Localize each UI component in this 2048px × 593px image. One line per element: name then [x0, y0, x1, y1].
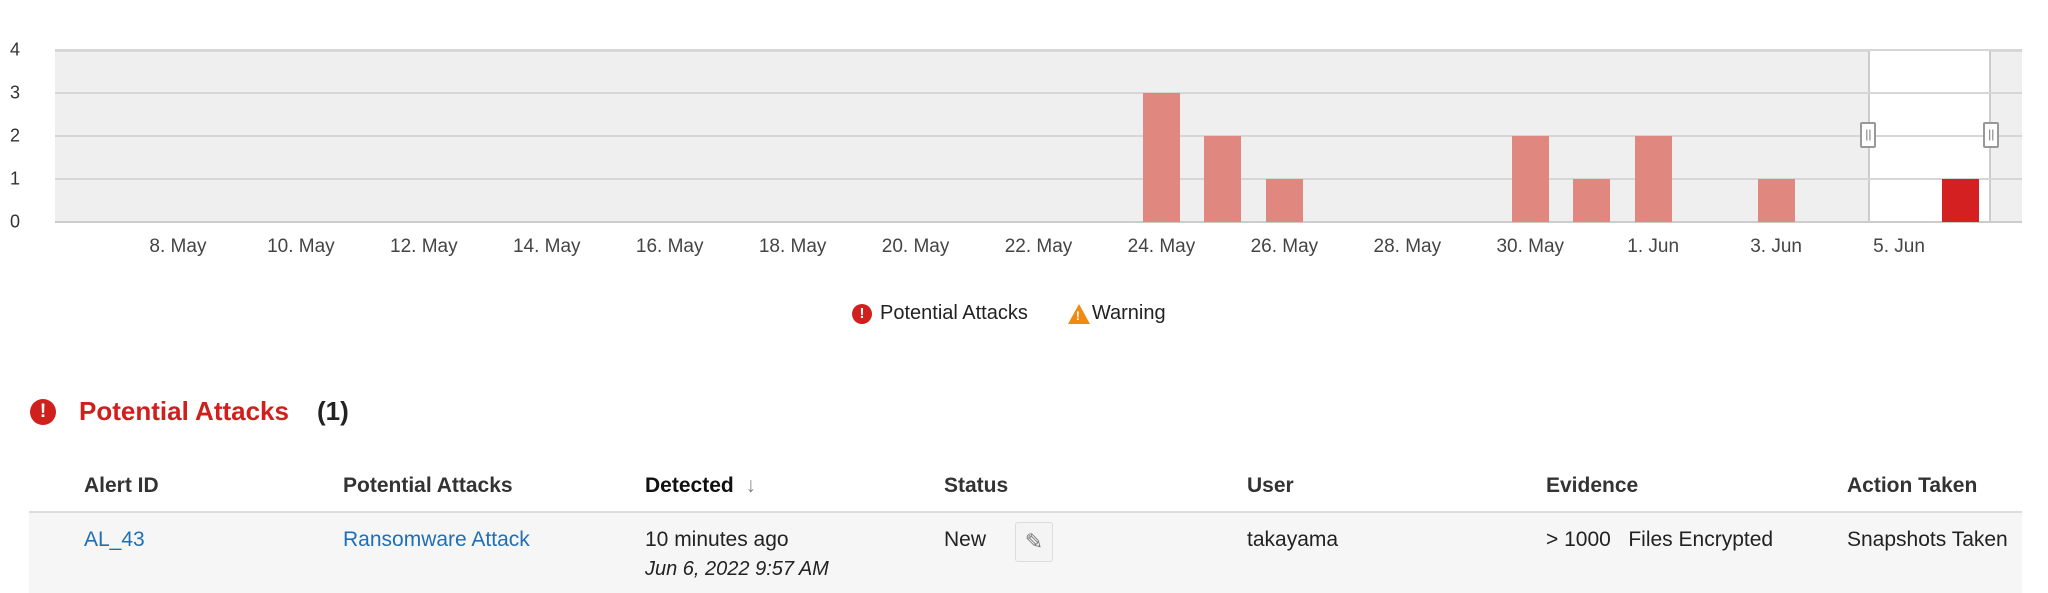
error-icon: ! — [30, 398, 56, 425]
y-tick-label: 4 — [10, 39, 21, 60]
section-count: (1) — [316, 396, 349, 426]
section-heading: ! Potential Attacks (1) — [30, 396, 349, 427]
bar-2022-06-06[interactable] — [1942, 179, 1980, 222]
y-tick-label: 2 — [10, 125, 21, 146]
evidence-value: > 1000 Files Encrypted — [1546, 528, 1773, 552]
legend-label: Potential Attacks — [880, 302, 1028, 324]
bar-2022-05-30[interactable] — [1511, 136, 1549, 222]
x-tick-label: 22. May — [1004, 236, 1073, 257]
pencil-icon: ✎ — [1024, 529, 1044, 554]
alert-id-link[interactable]: AL_43 — [84, 528, 145, 552]
x-tick-label: 24. May — [1127, 236, 1196, 257]
evidence-text: Files Encrypted — [1628, 528, 1774, 551]
col-detected[interactable]: Detected ↓ — [645, 474, 756, 498]
warning-icon: ! — [1067, 303, 1090, 324]
col-user[interactable]: User — [1247, 474, 1294, 498]
y-tick-label: 3 — [10, 82, 21, 103]
user-value: takayama — [1247, 528, 1339, 551]
legend-item-potential-attacks[interactable]: ! Potential Attacks — [852, 302, 1028, 325]
section-title: Potential Attacks — [79, 396, 289, 426]
bar-2022-05-25[interactable] — [1204, 136, 1242, 222]
col-potential-attacks[interactable]: Potential Attacks — [343, 474, 513, 498]
gridline — [55, 221, 2022, 223]
col-evidence[interactable]: Evidence — [1546, 474, 1638, 498]
col-label: Detected — [645, 474, 734, 497]
x-tick-label: 30. May — [1496, 236, 1565, 257]
gridline — [55, 49, 2022, 51]
bar-2022-06-01[interactable] — [1634, 136, 1672, 222]
x-tick-label: 14. May — [512, 236, 581, 257]
error-icon: ! — [852, 303, 872, 324]
legend-item-warning[interactable]: ! Warning — [1067, 302, 1166, 325]
bar-2022-05-24[interactable] — [1142, 93, 1180, 222]
col-status[interactable]: Status — [944, 474, 1008, 498]
col-action-taken[interactable]: Action Taken — [1847, 474, 1977, 498]
gridline — [55, 178, 2022, 180]
action-value: Snapshots Taken — [1847, 528, 2008, 551]
edit-status-button[interactable]: ✎ — [1015, 522, 1053, 562]
x-tick-label: 26. May — [1250, 236, 1319, 257]
bar-2022-05-31[interactable] — [1573, 179, 1611, 222]
attack-link[interactable]: Ransomware Attack — [343, 528, 530, 552]
evidence-count: > 1000 — [1546, 528, 1611, 551]
y-tick-label: 1 — [10, 168, 21, 189]
legend-label: Warning — [1091, 302, 1166, 324]
detected-time: Jun 6, 2022 9:57 AM — [645, 558, 829, 580]
x-tick-label: 3. Jun — [1750, 236, 1803, 257]
x-tick-label: 8. May — [149, 236, 207, 257]
x-tick-label: 5. Jun — [1873, 236, 1925, 257]
x-tick-label: 16. May — [635, 236, 704, 257]
gridline — [55, 92, 2022, 94]
col-alert-id[interactable]: Alert ID — [84, 474, 159, 498]
navigator-right-handle[interactable]: || — [1983, 122, 2000, 148]
gridline — [55, 135, 2022, 137]
x-tick-label: 18. May — [758, 236, 827, 257]
bar-2022-05-26[interactable] — [1265, 179, 1303, 222]
x-tick-label: 1. Jun — [1627, 236, 1680, 257]
x-tick-label: 20. May — [881, 236, 950, 257]
x-tick-label: 12. May — [390, 236, 458, 257]
navigator-left-handle[interactable]: || — [1860, 122, 1877, 148]
y-tick-label: 0 — [10, 211, 21, 232]
x-tick-label: 10. May — [267, 236, 335, 257]
x-tick-label: 28. May — [1373, 236, 1442, 257]
status-value: New — [944, 528, 987, 551]
chart-legend: ! Potential Attacks ! Warning — [852, 302, 1166, 325]
detected-relative: 10 minutes ago — [645, 528, 789, 551]
bar-2022-06-03[interactable] — [1757, 179, 1795, 222]
sort-desc-icon: ↓ — [745, 474, 757, 497]
